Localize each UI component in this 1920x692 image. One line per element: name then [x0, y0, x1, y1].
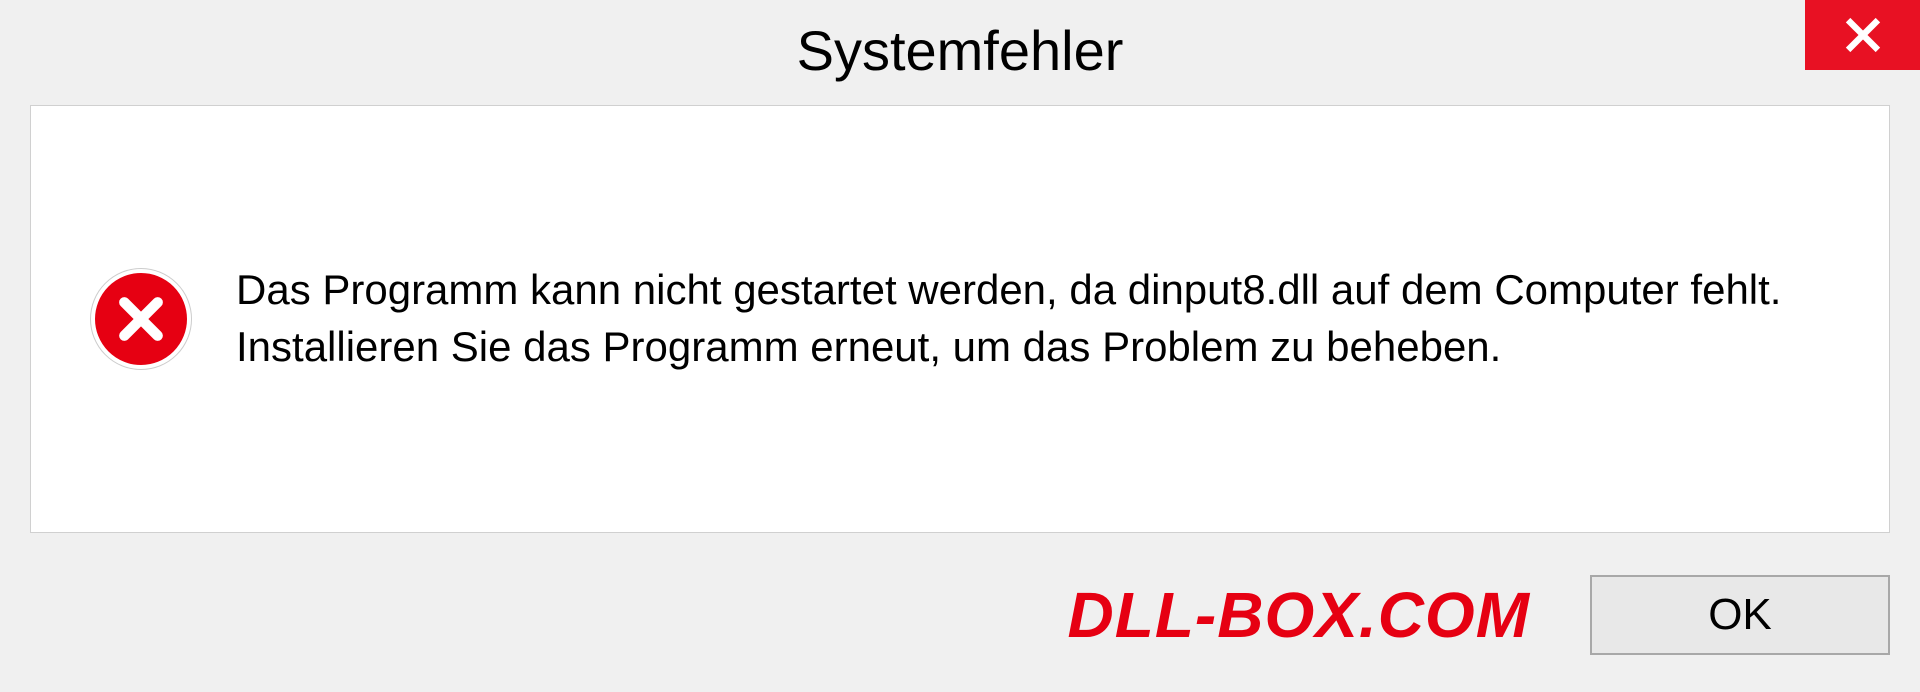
- close-button[interactable]: [1805, 0, 1920, 70]
- dialog-title: Systemfehler: [797, 18, 1124, 83]
- error-dialog: Systemfehler Das Programm kann nicht ges…: [0, 0, 1920, 692]
- error-icon: [91, 269, 191, 369]
- dialog-footer: DLL-BOX.COM OK: [0, 537, 1920, 692]
- content-area: Das Programm kann nicht gestartet werden…: [30, 105, 1890, 533]
- close-icon: [1844, 16, 1882, 54]
- title-bar: Systemfehler: [0, 0, 1920, 100]
- watermark-text: DLL-BOX.COM: [1068, 578, 1531, 652]
- ok-button[interactable]: OK: [1590, 575, 1890, 655]
- error-message: Das Programm kann nicht gestartet werden…: [236, 262, 1829, 375]
